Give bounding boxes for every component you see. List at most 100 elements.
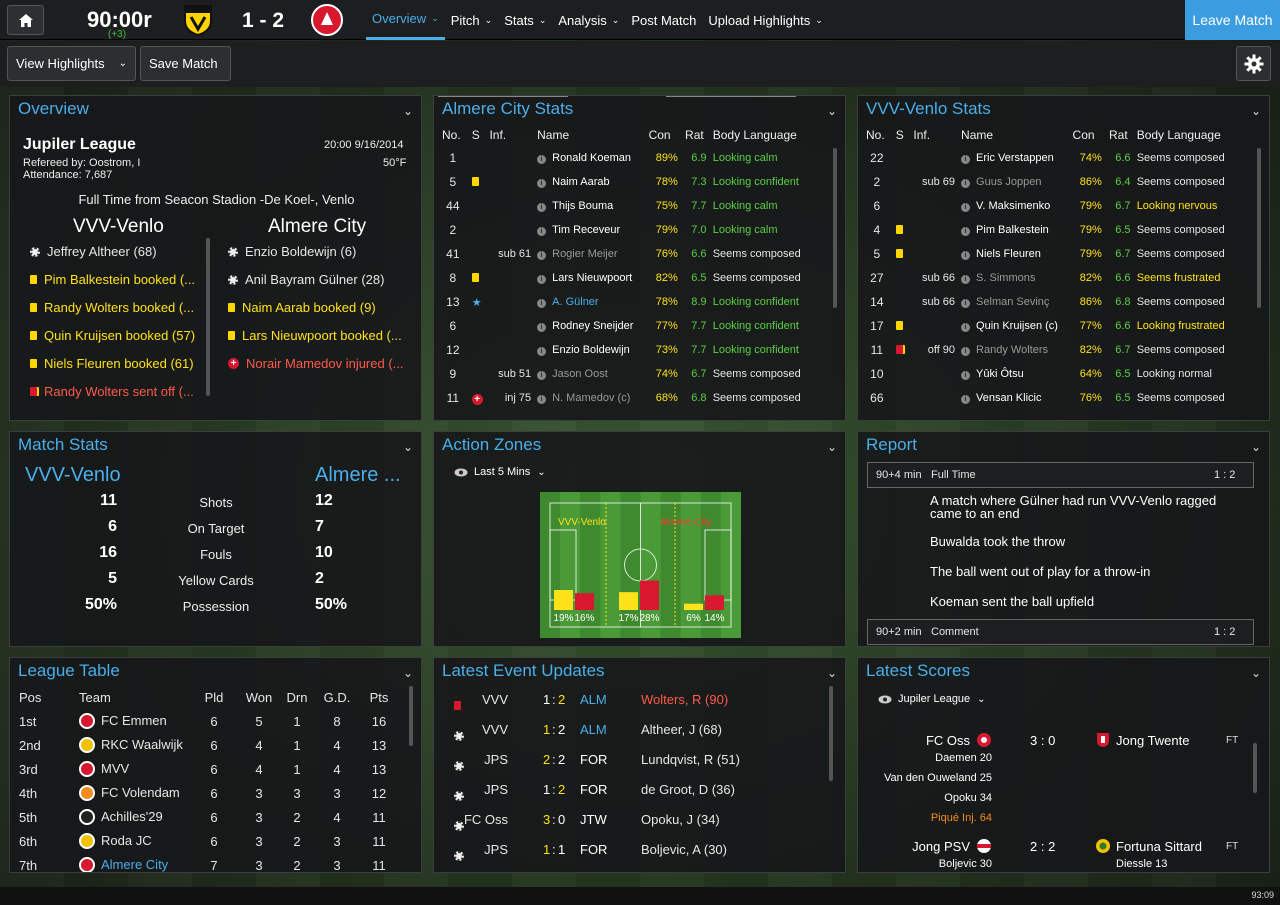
column-header[interactable]: Won xyxy=(239,685,279,709)
column-header[interactable]: Con xyxy=(649,124,685,146)
info-icon[interactable]: i xyxy=(537,179,547,188)
event-row[interactable]: FC Oss 3:0 JTW Opoku, J (34) xyxy=(434,805,824,835)
tab-stats[interactable]: Stats ⌄ xyxy=(498,0,552,40)
event-item[interactable]: Quin Kruijsen booked (57) xyxy=(30,328,195,343)
info-icon[interactable]: i xyxy=(537,203,547,212)
event-item[interactable]: Randy Wolters sent off (... xyxy=(30,384,194,399)
player-name-cell[interactable]: i Rogier Meijer xyxy=(537,242,648,266)
chevron-down-icon[interactable]: ⌄ xyxy=(1251,104,1261,118)
view-highlights-dropdown[interactable]: View Highlights ⌄ xyxy=(7,46,136,81)
event-item[interactable]: Enzio Boldewijn (6) xyxy=(228,244,356,259)
event-item[interactable]: Jeffrey Altheer (68) xyxy=(30,244,157,259)
chevron-down-icon[interactable]: ⌄ xyxy=(1251,440,1261,454)
player-row[interactable]: 1 i Ronald Koeman 89% 6.9 Looking calm xyxy=(442,146,822,170)
player-name-cell[interactable]: i Pim Balkestein xyxy=(961,218,1072,242)
event-item[interactable]: Lars Nieuwpoort booked (... xyxy=(228,328,402,343)
chevron-down-icon[interactable]: ⌄ xyxy=(403,104,413,118)
player-row[interactable]: 11 off 90 i Randy Wolters 82% 6.7 Seems compos… xyxy=(866,338,1246,362)
column-header[interactable]: Rat xyxy=(1109,124,1137,146)
info-icon[interactable]: i xyxy=(537,347,547,356)
chevron-down-icon[interactable]: ⌄ xyxy=(827,666,837,680)
player-name-cell[interactable]: i N. Mamedov (c) xyxy=(537,386,648,410)
event-item[interactable]: Niels Fleuren booked (61) xyxy=(30,356,194,371)
player-row[interactable]: 66 i Vensan Klicic 76% 6.5 Seems composed xyxy=(866,386,1246,410)
player-name-cell[interactable]: i Rodney Sneijder xyxy=(537,314,648,338)
chevron-down-icon[interactable]: ⌄ xyxy=(827,104,837,118)
player-row[interactable]: 6 i Rodney Sneijder 77% 7.7 Looking confident xyxy=(442,314,822,338)
player-row[interactable]: 8 i Lars Nieuwpoort 82% 6.5 Seems composed xyxy=(442,266,822,290)
info-icon[interactable]: i xyxy=(537,299,547,308)
info-icon[interactable]: i xyxy=(961,395,971,404)
player-name-cell[interactable]: i Jason Oost xyxy=(537,362,648,386)
info-icon[interactable]: i xyxy=(961,251,971,260)
player-name-cell[interactable]: i Niels Fleuren xyxy=(961,242,1072,266)
chevron-down-icon[interactable]: ⌄ xyxy=(403,666,413,680)
column-header[interactable]: G.D. xyxy=(315,685,359,709)
player-row[interactable]: 44 i Thijs Bouma 75% 7.7 Looking calm xyxy=(442,194,822,218)
player-name-cell[interactable]: i V. Maksimenko xyxy=(961,194,1072,218)
save-match-button[interactable]: Save Match xyxy=(140,46,231,81)
info-icon[interactable]: i xyxy=(961,299,971,308)
chevron-down-icon[interactable]: ⌄ xyxy=(403,440,413,454)
chevron-down-icon[interactable]: ⌄ xyxy=(827,440,837,454)
column-header[interactable]: Pos xyxy=(19,685,79,709)
event-row[interactable]: VVV 1:2 ALM Wolters, R (90) xyxy=(434,685,824,715)
player-row[interactable]: 6 i V. Maksimenko 79% 6.7 Looking nervous xyxy=(866,194,1246,218)
scrollbar[interactable] xyxy=(206,238,210,396)
event-item[interactable]: Naim Aarab booked (9) xyxy=(228,300,376,315)
report-entry[interactable]: 90+4 min Full Time 1 : 2 xyxy=(867,462,1254,488)
player-row[interactable]: 9 sub 51 i Jason Oost 74% 6.7 Seems composed xyxy=(442,362,822,386)
player-name-cell[interactable]: i Naim Aarab xyxy=(537,170,648,194)
tab-overview[interactable]: Overview ⌄ xyxy=(366,0,445,40)
home-button[interactable] xyxy=(7,5,44,35)
info-icon[interactable]: i xyxy=(961,227,971,236)
table-row[interactable]: 4th FC Volendam 6 3 3 3 12 xyxy=(19,781,399,805)
player-row[interactable]: 13 ★ i A. Gülner 78% 8.9 Looking confident xyxy=(442,290,822,314)
info-icon[interactable]: i xyxy=(961,203,971,212)
table-row[interactable]: 1st FC Emmen 6 5 1 8 16 xyxy=(19,709,399,733)
tab-upload-highlights[interactable]: Upload Highlights ⌄ xyxy=(702,0,828,40)
column-header[interactable]: Team xyxy=(79,685,189,709)
event-item[interactable]: + Norair Mamedov injured (... xyxy=(228,356,404,371)
player-row[interactable]: 5 i Niels Fleuren 79% 6.7 Seems composed xyxy=(866,242,1246,266)
table-row[interactable]: 6th Roda JC 6 3 2 3 11 xyxy=(19,829,399,853)
tab-post-match[interactable]: Post Match xyxy=(625,0,702,40)
player-row[interactable]: 4 i Pim Balkestein 79% 6.5 Seems composed xyxy=(866,218,1246,242)
info-icon[interactable]: i xyxy=(537,323,547,332)
time-filter-dropdown[interactable]: Last 5 Mins ⌄ xyxy=(454,466,546,478)
column-header[interactable]: S xyxy=(472,124,490,146)
team-cell[interactable]: FC Volendam xyxy=(79,781,189,805)
player-row[interactable]: 10 i Yûki Ôtsu 64% 6.5 Looking normal xyxy=(866,362,1246,386)
player-row[interactable]: 27 sub 66 i S. Simmons 82% 6.6 Seems frustrate… xyxy=(866,266,1246,290)
column-header[interactable]: S xyxy=(896,124,914,146)
team-cell[interactable]: RKC Waalwijk xyxy=(79,733,189,757)
team-cell[interactable]: FC Emmen xyxy=(79,709,189,733)
info-icon[interactable]: i xyxy=(537,155,547,164)
info-icon[interactable]: i xyxy=(537,227,547,236)
column-header[interactable]: Inf. xyxy=(913,124,961,146)
column-header[interactable]: Con xyxy=(1073,124,1109,146)
column-header[interactable]: Pld xyxy=(189,685,239,709)
player-row[interactable]: 12 i Enzio Boldewijn 73% 7.7 Looking confiden… xyxy=(442,338,822,362)
scrollbar[interactable] xyxy=(1253,743,1257,793)
settings-button[interactable] xyxy=(1236,46,1271,81)
column-header[interactable]: Drn xyxy=(279,685,315,709)
event-row[interactable]: VVV 1:2 ALM Altheer, J (68) xyxy=(434,715,824,745)
scrollbar[interactable] xyxy=(1257,148,1261,308)
team-cell[interactable]: Roda JC xyxy=(79,829,189,853)
player-name-cell[interactable]: i Guus Joppen xyxy=(961,170,1072,194)
player-name-cell[interactable]: i Thijs Bouma xyxy=(537,194,648,218)
player-name-cell[interactable]: i Quin Kruijsen (c) xyxy=(961,314,1072,338)
column-header[interactable]: No. xyxy=(442,124,472,146)
table-row[interactable]: 5th Achilles'29 6 3 2 4 11 xyxy=(19,805,399,829)
table-row[interactable]: 2nd RKC Waalwijk 6 4 1 4 13 xyxy=(19,733,399,757)
player-name-cell[interactable]: i Tim Receveur xyxy=(537,218,648,242)
player-name-cell[interactable]: i Enzio Boldewijn xyxy=(537,338,648,362)
info-icon[interactable]: i xyxy=(537,251,547,260)
player-row[interactable]: 5 i Naim Aarab 78% 7.3 Looking confident xyxy=(442,170,822,194)
column-header[interactable]: No. xyxy=(866,124,896,146)
team-cell[interactable]: MVV xyxy=(79,757,189,781)
info-icon[interactable]: i xyxy=(537,275,547,284)
player-name-cell[interactable]: i A. Gülner xyxy=(537,290,648,314)
player-name-cell[interactable]: i Lars Nieuwpoort xyxy=(537,266,648,290)
